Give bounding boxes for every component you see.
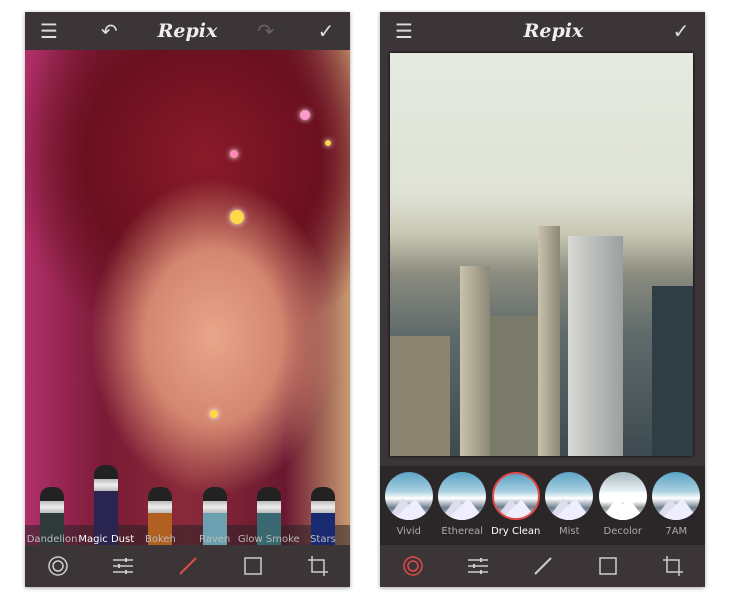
building — [568, 236, 623, 456]
brush-bokeh[interactable]: Bokeh — [133, 452, 187, 547]
brush-magic-dust[interactable]: Magic Dust — [78, 452, 134, 547]
undo-icon[interactable]: ↶ — [97, 19, 121, 43]
filter-ethereal[interactable]: Ethereal — [436, 466, 488, 545]
bottom-toolbar — [380, 545, 705, 587]
adjust-icon[interactable] — [109, 552, 137, 580]
skyscraper — [538, 226, 560, 456]
building — [652, 286, 693, 456]
brush-icon[interactable] — [174, 552, 202, 580]
sparkle — [230, 150, 238, 158]
brush-glow-smoke[interactable]: Glow Smoke — [238, 452, 300, 547]
frame-icon[interactable] — [594, 552, 622, 580]
filter-vivid[interactable]: Vivid — [383, 466, 435, 545]
brush-editor-screen: ☰ ↶ Repix ↷ ✓ Dandelion Magic Dust Bokeh… — [25, 12, 350, 587]
menu-icon[interactable]: ☰ — [37, 19, 61, 43]
filter-7am[interactable]: 7AM — [650, 466, 702, 545]
brush-picker: Dandelion Magic Dust Bokeh Raven Glow Sm… — [25, 452, 350, 547]
brush-raven[interactable]: Raven — [188, 452, 242, 547]
sparkle — [325, 140, 331, 146]
redo-icon[interactable]: ↷ — [254, 19, 278, 43]
menu-icon[interactable]: ☰ — [392, 19, 416, 43]
filter-mist[interactable]: Mist — [543, 466, 595, 545]
app-logo: Repix — [157, 20, 218, 42]
sparkle — [300, 110, 310, 120]
filter-dry-clean[interactable]: Dry Clean — [490, 466, 542, 545]
building — [490, 316, 538, 456]
top-bar: ☰ Repix ✓ — [380, 12, 705, 50]
sparkle — [210, 410, 218, 418]
check-icon[interactable]: ✓ — [314, 19, 338, 43]
filters-icon[interactable] — [44, 552, 72, 580]
filters-icon[interactable] — [399, 552, 427, 580]
crop-icon[interactable] — [304, 552, 332, 580]
crop-icon[interactable] — [659, 552, 687, 580]
brush-dandelion[interactable]: Dandelion — [25, 452, 79, 547]
frame-icon[interactable] — [239, 552, 267, 580]
app-logo: Repix — [523, 20, 584, 42]
top-bar: ☰ ↶ Repix ↷ ✓ — [25, 12, 350, 50]
filter-editor-screen: ☰ Repix ✓ Vivid Ethereal Dry Clean Mist … — [380, 12, 705, 587]
adjust-icon[interactable] — [464, 552, 492, 580]
building — [460, 266, 490, 456]
filter-decolor[interactable]: Decolor — [597, 466, 649, 545]
brush-icon[interactable] — [529, 552, 557, 580]
building — [390, 336, 450, 456]
sparkle — [230, 210, 244, 224]
check-icon[interactable]: ✓ — [669, 19, 693, 43]
filter-strip: Vivid Ethereal Dry Clean Mist Decolor 7A… — [380, 466, 705, 545]
brush-stars[interactable]: Stars — [296, 452, 350, 547]
bottom-toolbar — [25, 545, 350, 587]
city-photo[interactable] — [390, 53, 693, 456]
